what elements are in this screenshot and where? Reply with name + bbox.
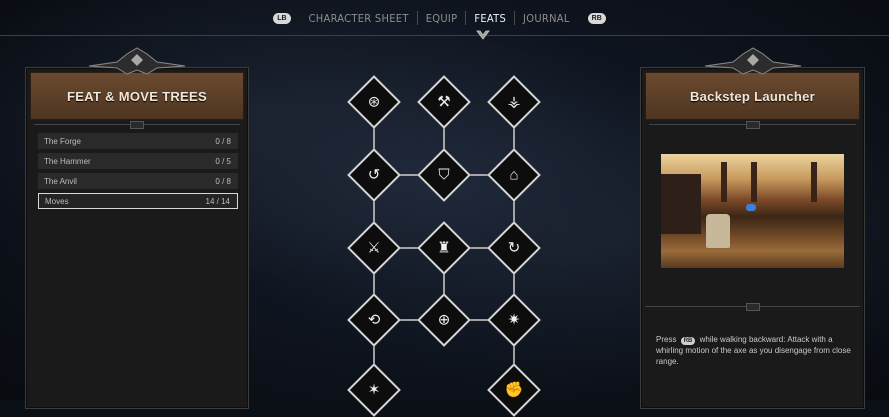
axe-arc-icon: ↺	[367, 166, 381, 184]
axe-circle-icon: ⊕	[437, 311, 451, 329]
axe-spin-icon: ⊛	[367, 93, 381, 111]
rb-button-icon: RB	[680, 337, 696, 345]
axe-swing-icon: ↻	[507, 239, 521, 257]
description-prefix: Press	[656, 335, 677, 344]
axe-slash-icon: ⚒	[437, 93, 451, 111]
fist-icon: ✊	[504, 381, 524, 399]
panel-divider	[649, 121, 856, 129]
move-preview-image	[661, 154, 844, 268]
axe-backswing-icon: ⟲	[367, 311, 381, 329]
move-detail-panel: Backstep Launcher Press RB while walking…	[640, 47, 865, 409]
boot-kick-icon: ⌂	[509, 166, 519, 184]
move-title: Backstep Launcher	[645, 72, 860, 120]
axe-ground-icon: ⚶	[507, 93, 521, 111]
axe-throw-icon: ⚔	[367, 239, 381, 257]
move-description: Press RB while walking backward: Attack …	[656, 334, 851, 367]
panel-divider	[645, 303, 860, 311]
tankard-icon: ♜	[437, 239, 451, 257]
axe-burst-icon: ✷	[507, 311, 521, 329]
panel-ornament-icon	[704, 47, 801, 75]
character-figure	[706, 214, 730, 248]
shield-axe-icon: ⛉	[438, 166, 450, 184]
ground-burst-icon: ✶	[367, 381, 381, 399]
